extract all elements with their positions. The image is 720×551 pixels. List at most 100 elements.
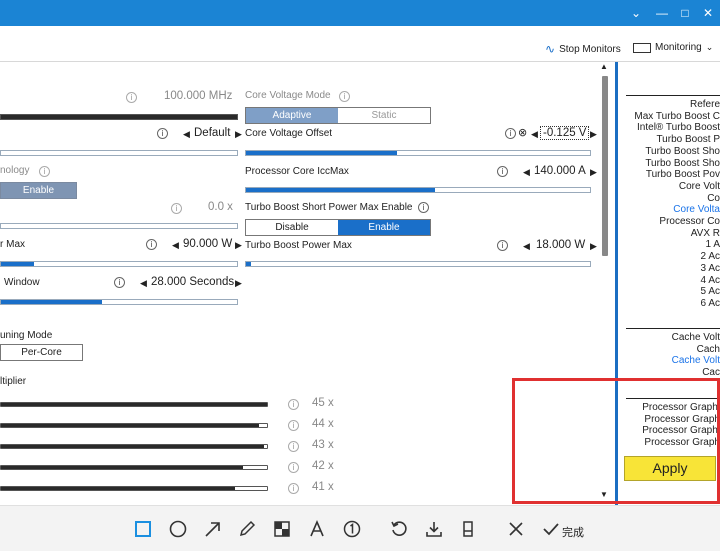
pin-icon[interactable] [457,518,479,540]
decrement-arrow-icon[interactable]: ◀ [183,129,190,140]
close-icon[interactable]: ✕ [698,4,718,22]
divider-line [626,328,720,329]
multiplier-slider[interactable] [0,402,268,407]
info-icon[interactable]: i [171,203,182,214]
increment-arrow-icon[interactable]: ▶ [590,129,597,140]
info-icon[interactable]: i [39,166,50,177]
monitor-row: Cach [696,343,720,355]
pencil-tool-icon[interactable] [236,518,258,540]
info-icon[interactable]: i [114,277,125,288]
mosaic-tool-icon[interactable] [271,518,293,540]
chevron-down-icon: ⌄ [705,42,714,52]
enable-option[interactable]: Enable [338,220,430,235]
annotation-rectangle [512,378,720,504]
monitor-icon [633,42,651,53]
chevron-down-icon[interactable]: ⌄ [626,4,646,22]
undo-icon[interactable] [388,518,410,540]
text-tool-icon[interactable] [306,518,328,540]
monitoring-button[interactable]: Monitoring ⌄ [633,42,713,53]
monitor-row: 2 Ac [700,251,720,263]
decrement-arrow-icon[interactable]: ◀ [523,241,530,252]
info-icon[interactable]: i [288,399,299,410]
increment-arrow-icon[interactable]: ▶ [590,241,597,252]
arrow-tool-icon[interactable] [202,518,224,540]
reset-icon[interactable]: ⊗ [518,126,527,139]
multiplier-value: 44 x [312,418,334,430]
download-icon[interactable] [423,518,445,540]
disable-option[interactable]: Disable [246,220,338,235]
core-voltage-offset-slider[interactable] [245,150,591,156]
info-icon[interactable]: i [126,92,137,103]
default-slider[interactable] [0,150,238,156]
info-icon[interactable]: i [288,462,299,473]
stop-monitors-label: Stop Monitors [559,43,621,55]
info-icon[interactable]: i [418,202,429,213]
short-power-enable-toggle[interactable]: Disable Enable [245,219,431,236]
info-icon[interactable]: i [146,239,157,250]
monitoring-label: Monitoring [655,42,702,53]
increment-arrow-icon[interactable]: ▶ [235,240,242,251]
monitor-row: Core Volt [678,180,720,192]
multiplier-value: 41 x [312,481,334,493]
minimize-icon[interactable]: — [652,4,672,22]
monitor-row: Max Turbo Boost C [634,110,720,122]
ratio-slider[interactable] [0,223,238,229]
cancel-icon[interactable] [505,518,527,540]
confirm-icon[interactable] [540,518,562,540]
per-core-button[interactable]: Per-Core [0,344,83,361]
tuning-mode-label: uning Mode [0,330,53,341]
multiplier-slider[interactable] [0,465,268,470]
increment-arrow-icon[interactable]: ▶ [235,129,242,140]
multiplier-slider[interactable] [0,444,268,449]
scroll-up-icon[interactable]: ▲ [600,62,608,71]
info-icon[interactable]: i [288,420,299,431]
monitor-row: 1 A [705,239,720,251]
info-icon[interactable]: i [339,91,350,102]
iccmax-slider[interactable] [245,187,591,193]
decrement-arrow-icon[interactable]: ◀ [523,167,530,178]
power-max-slider[interactable] [0,261,238,267]
decrement-arrow-icon[interactable]: ◀ [172,240,179,251]
monitor-row: Intel® Turbo Boost [637,122,720,134]
monitor-row: Turbo Boost P [656,134,720,146]
increment-arrow-icon[interactable]: ▶ [235,278,242,289]
core-voltage-mode-toggle[interactable]: Adaptive Static [245,107,431,124]
decrement-arrow-icon[interactable]: ◀ [140,278,147,289]
iccmax-value: 140.000 A [534,165,586,177]
info-icon[interactable]: i [288,483,299,494]
core-voltage-offset-value[interactable]: -0.125 V [540,126,590,140]
turbo-power-max-slider[interactable] [245,261,591,267]
monitor-row: 5 Ac [700,286,720,298]
core-voltage-mode-label: Core Voltage Mode [245,90,331,101]
decrement-arrow-icon[interactable]: ◀ [531,129,538,140]
maximize-icon[interactable]: □ [675,4,695,22]
title-bar: ⌄ — □ ✕ [0,0,720,26]
done-label[interactable]: 完成 [562,524,584,540]
rectangle-tool-icon[interactable] [132,518,154,540]
scroll-thumb[interactable] [602,76,608,256]
adaptive-option[interactable]: Adaptive [246,108,338,123]
info-icon[interactable]: i [497,240,508,251]
ellipse-tool-icon[interactable] [167,518,189,540]
monitor-row: Core Volta [673,204,720,216]
info-icon[interactable]: i [497,166,508,177]
info-icon[interactable]: i [288,441,299,452]
technology-label: nology [0,165,30,176]
monitor-row: Refere [689,99,720,110]
monitor-row: Turbo Boost Sho [645,157,720,169]
number-marker-icon[interactable] [341,518,363,540]
info-icon[interactable]: i [157,128,168,139]
multiplier-label: ltiplier [0,376,27,387]
info-icon[interactable]: i [505,128,516,139]
monitor-row: Co [707,192,720,204]
technology-enable-button[interactable]: Enable [0,182,77,199]
static-option[interactable]: Static [338,108,430,123]
increment-arrow-icon[interactable]: ▶ [590,167,597,178]
multiplier-slider[interactable] [0,486,268,491]
time-window-slider[interactable] [0,299,238,305]
multiplier-slider[interactable] [0,423,268,428]
frequency-slider[interactable] [0,114,238,120]
multiplier-value: 42 x [312,460,334,472]
default-value: Default [194,127,231,139]
stop-monitors-button[interactable]: ∿ Stop Monitors [545,42,621,56]
